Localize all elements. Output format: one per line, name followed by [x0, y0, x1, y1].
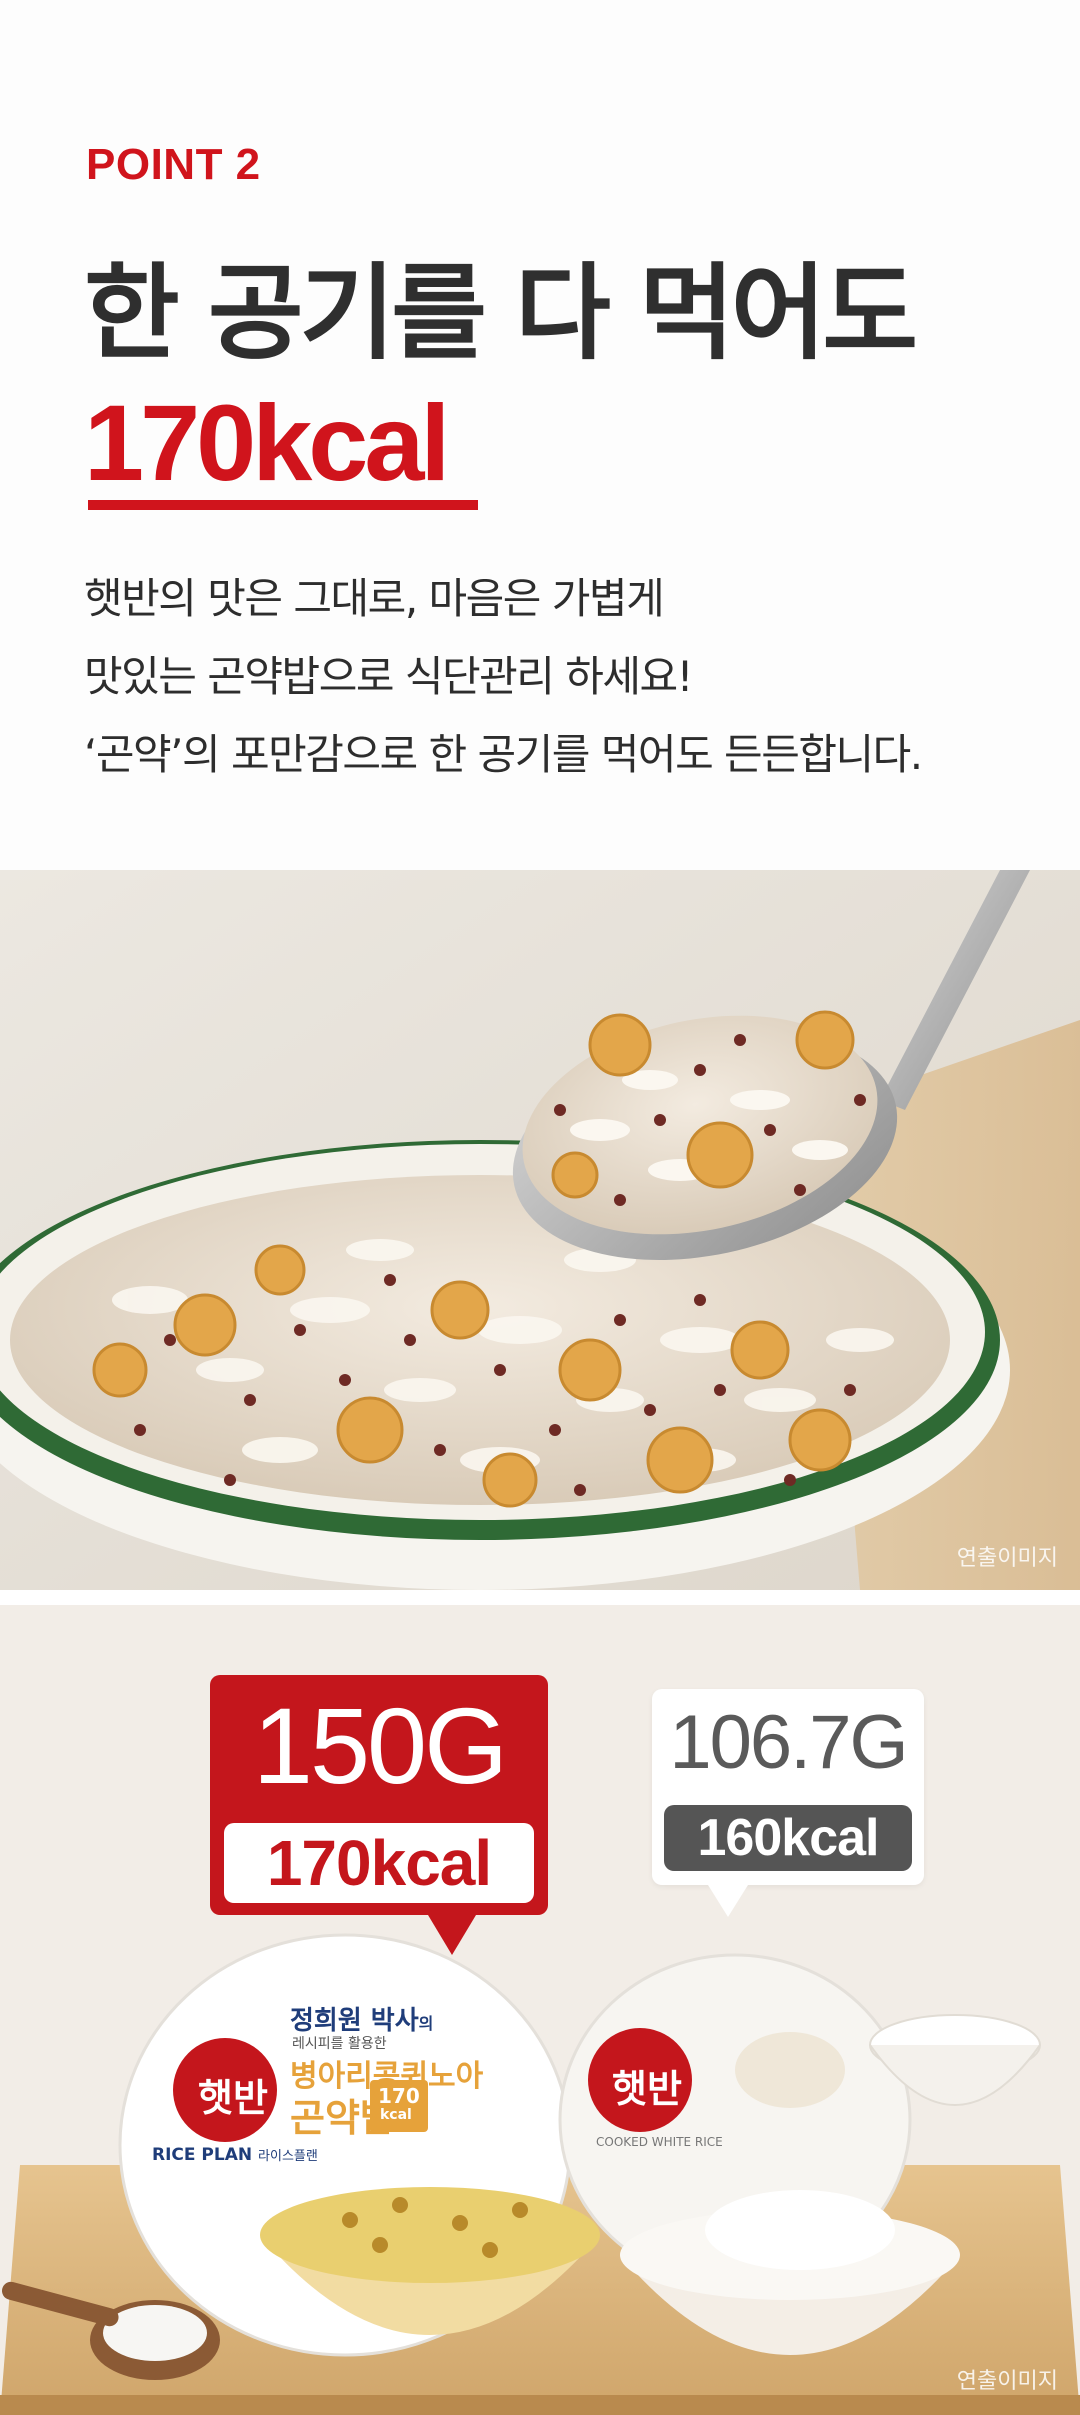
headline-line-1: 한 공기를 다 먹어도 — [84, 252, 918, 374]
bowl-photo: 연출이미지 — [0, 870, 1080, 1590]
photo-watermark: 연출이미지 — [956, 1546, 1058, 1571]
description-line: 햇반의 맛은 그대로, 마음은 가볍게 — [84, 574, 665, 623]
konjac-rice-kcal-box: 170kcal — [224, 1823, 534, 1903]
konjac-package-author-name: 정희원 박사 — [290, 2006, 419, 2036]
headline-line-2: 170kcal — [84, 382, 450, 503]
konjac-rice-kcal: 170kcal — [266, 1827, 492, 1899]
konjac-package-series: RICE PLAN 라이스플랜 — [152, 2145, 318, 2165]
konjac-package-author: 정희원 박사의 — [290, 2000, 433, 2037]
intro-section: POINT 2 한 공기를 다 먹어도 170kcal 햇반의 맛은 그대로, … — [0, 0, 1080, 870]
konjac-package-badge-unit: kcal — [380, 2107, 412, 2123]
section-separator — [0, 1590, 1080, 1605]
white-rice-package-brand: 햇반 — [612, 2067, 682, 2111]
headline-underline — [88, 500, 478, 510]
comparison-photo: 150G 170kcal 106.7G 160kcal 햇반 정희원 박사의 레… — [0, 1605, 1080, 2415]
konjac-package-brand: 햇반 — [198, 2076, 268, 2120]
photo-watermark: 연출이미지 — [956, 2369, 1058, 2394]
white-rice-package-subtitle: COOKED WHITE RICE — [596, 2135, 723, 2149]
description: 햇반의 맛은 그대로, 마음은 가볍게 맛있는 곤약밥으로 식단관리 하세요! … — [84, 560, 1044, 794]
konjac-package-author-suffix: 의 — [418, 2014, 434, 2033]
konjac-rice-spec-bubble: 150G 170kcal — [210, 1675, 548, 1955]
description-line: 맛있는 곤약밥으로 식단관리 하세요! — [84, 652, 694, 701]
konjac-rice-weight: 150G — [252, 1685, 508, 1806]
konjac-package-series-kr: 라이스플랜 — [258, 2149, 318, 2164]
konjac-package-badge-value: 170 — [378, 2084, 420, 2108]
description-line: ‘곤약’의 포만감으로 한 공기를 먹어도 든든합니다. — [84, 730, 923, 779]
konjac-package-recipe-note: 레시피를 활용한 — [292, 2036, 387, 2052]
white-rice-weight: 106.7G — [669, 1700, 908, 1785]
white-rice-kcal-box: 160kcal — [664, 1805, 912, 1871]
white-rice-kcal: 160kcal — [697, 1809, 880, 1867]
section-label: POINT 2 — [86, 140, 261, 189]
white-rice-spec-bubble: 106.7G 160kcal — [652, 1689, 924, 1917]
konjac-package-series-en: RICE PLAN — [152, 2145, 253, 2165]
bowl-illustration — [0, 870, 1080, 1590]
